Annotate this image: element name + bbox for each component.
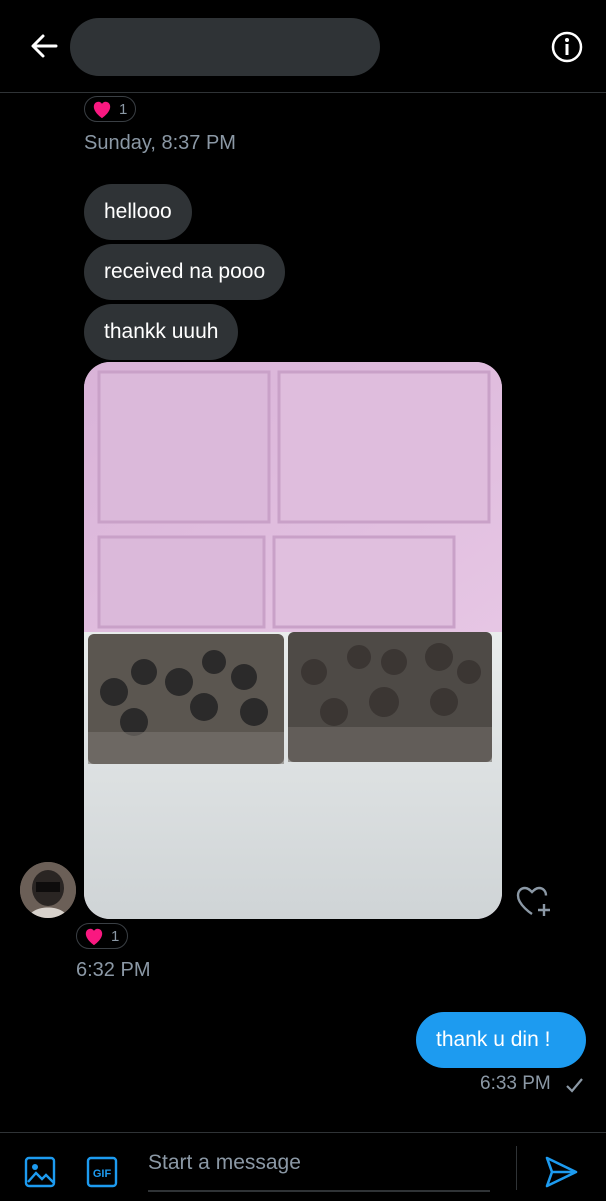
message-timestamp: Sunday, 8:37 PM: [84, 132, 236, 154]
contact-name-redacted[interactable]: [70, 18, 380, 76]
svg-text:GIF: GIF: [93, 1168, 112, 1180]
message-bubble[interactable]: received na pooo: [84, 244, 286, 300]
photo-message[interactable]: [84, 362, 502, 919]
input-underline: [148, 1190, 490, 1192]
heart-icon: [85, 928, 103, 946]
heart-icon: [93, 101, 111, 119]
message-bubble-outgoing[interactable]: thank u din !: [416, 1012, 586, 1068]
arrow-left-icon[interactable]: [28, 30, 60, 62]
message-bubble[interactable]: hellooo: [84, 184, 192, 240]
gif-icon[interactable]: GIF: [86, 1156, 118, 1188]
composer-divider: [516, 1146, 517, 1190]
message-timestamp: 6:32 PM: [76, 959, 151, 981]
contact-avatar[interactable]: [20, 862, 76, 918]
message-input[interactable]: Start a message: [148, 1151, 301, 1175]
reaction-badge[interactable]: 1: [84, 96, 137, 122]
message-timestamp: 6:33 PM: [480, 1073, 551, 1094]
photocards-photo: [84, 362, 502, 919]
sent-check-icon: [566, 1078, 583, 1093]
info-circle-icon[interactable]: [550, 30, 584, 64]
reaction-count: 1: [119, 100, 128, 118]
reaction-count: 1: [111, 927, 120, 945]
conversation-header: [0, 0, 606, 93]
send-icon[interactable]: [543, 1154, 579, 1190]
image-icon[interactable]: [24, 1156, 56, 1188]
message-bubble[interactable]: thankk uuuh: [84, 304, 239, 360]
reaction-badge[interactable]: 1: [76, 923, 129, 949]
avatar-image: [20, 862, 76, 918]
add-reaction-heart-icon[interactable]: [514, 882, 552, 920]
